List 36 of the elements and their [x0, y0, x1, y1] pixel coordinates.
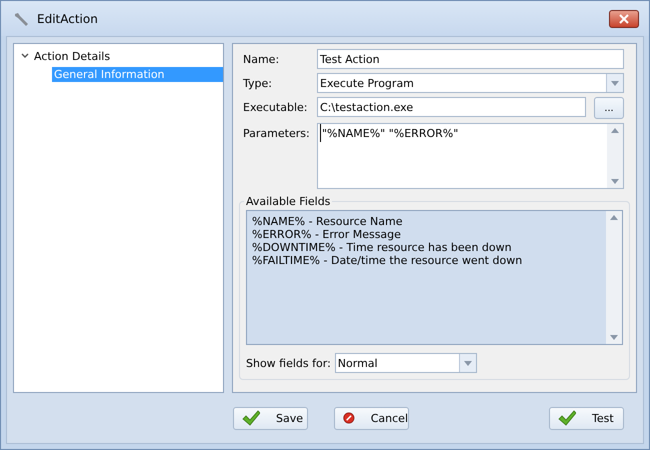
checkmark-icon [242, 410, 260, 426]
parameters-field[interactable]: "%NAME%" "%ERROR%" [317, 123, 624, 189]
field-label: Executable: [243, 100, 308, 114]
field-label: Parameters: [243, 126, 311, 140]
wrench-icon [13, 10, 29, 26]
up-arrow-icon [610, 215, 618, 220]
field-label: Name: [243, 52, 280, 66]
up-arrow-icon [611, 128, 619, 133]
executable-field[interactable]: C:\testaction.exe [317, 97, 586, 117]
cancel-icon [343, 410, 355, 426]
down-arrow-icon [610, 335, 618, 340]
field-description: %DOWNTIME% - Time resource has been down [252, 241, 513, 254]
name-field[interactable]: Test Action [317, 49, 624, 69]
field-label: Show fields for: [246, 356, 331, 370]
field-description: %NAME% - Resource Name [252, 215, 404, 228]
down-arrow-icon [611, 179, 619, 184]
dialog-button[interactable]: Test [549, 406, 624, 430]
scrollbar[interactable] [607, 124, 623, 188]
window-title: EditAction [37, 12, 99, 26]
group-title: Available Fields [245, 195, 332, 208]
browse-button[interactable]: ... [594, 97, 624, 119]
checkmark-icon [558, 410, 576, 426]
scrollbar[interactable] [606, 211, 622, 344]
field-label: Type: [243, 76, 273, 90]
dialog-button[interactable]: Cancel [334, 406, 409, 430]
show-fields-dropdown[interactable]: Normal [334, 353, 477, 373]
down-arrow-icon [611, 80, 619, 86]
close-button[interactable] [609, 10, 639, 28]
expanded-chevron-icon[interactable] [21, 52, 29, 60]
close-icon [619, 14, 629, 24]
down-arrow-icon [464, 360, 472, 366]
field-description: %FAILTIME% - Date/time the resource went down [252, 254, 524, 267]
type-dropdown[interactable]: Execute Program [317, 73, 624, 93]
dialog-button[interactable]: Save [233, 406, 308, 430]
tree-item[interactable]: Action Details [32, 48, 223, 64]
field-description: %ERROR% - Error Message [252, 228, 402, 241]
